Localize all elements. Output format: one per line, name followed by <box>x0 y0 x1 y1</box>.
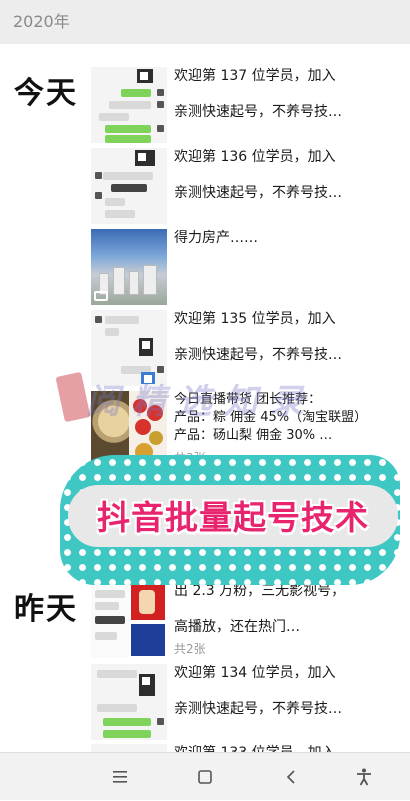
post-thumbnail[interactable] <box>91 664 167 740</box>
banner-text: 抖音批量起号技术 <box>97 498 369 537</box>
post-text-line2: 亲测快速起号，不养号技… <box>174 104 342 120</box>
post-item[interactable]: 欢迎第 134 位学员，加入 亲测快速起号，不养号技… <box>91 664 401 740</box>
post-thumbnail[interactable] <box>91 744 167 752</box>
post-item[interactable]: 欢迎第 137 位学员，加入 亲测快速起号，不养号技… <box>91 67 401 143</box>
post-item[interactable]: 欢迎第 136 位学员，加入 亲测快速起号，不养号技… <box>91 148 401 224</box>
year-header: 2020年 <box>0 0 410 44</box>
accessibility-icon[interactable] <box>344 753 384 801</box>
post-item[interactable]: 出 2.3 万粉，三无影视号， 高播放，还在热门… 共2张 <box>91 582 401 658</box>
post-text-line1: 得力房产…… <box>174 230 258 246</box>
post-text-line2: 产品：粽 佣金 45%（淘宝联盟） <box>174 410 368 425</box>
back-icon[interactable] <box>271 753 311 801</box>
promo-banner: 抖音批量起号技术 <box>60 455 400 585</box>
post-text-line1: 欢迎第 134 位学员，加入 <box>174 665 336 681</box>
post-text-line1: 今日直播带货 团长推荐： <box>174 392 322 407</box>
watermark-logo <box>55 371 91 423</box>
post-text-line2: 高播放，还在热门… <box>174 619 300 635</box>
post-item[interactable]: 得力房产…… <box>91 229 401 305</box>
post-text-line1: 欢迎第 135 位学员，加入 <box>174 311 336 327</box>
post-item[interactable]: 欢迎第 133 位学员，加入 <box>91 744 401 752</box>
image-count: 共2张 <box>174 642 206 656</box>
post-text-line2: 亲测快速起号，不养号技… <box>174 701 342 717</box>
home-square-icon[interactable] <box>185 753 225 801</box>
day-label-today: 今天 <box>14 76 78 111</box>
post-text-line2: 亲测快速起号，不养号技… <box>174 185 342 201</box>
post-thumbnail[interactable] <box>91 148 167 224</box>
post-thumbnail[interactable] <box>91 310 167 386</box>
post-text-line2: 亲测快速起号，不养号技… <box>174 347 342 363</box>
video-icon <box>94 291 108 301</box>
post-text-line1: 欢迎第 136 位学员，加入 <box>174 149 336 165</box>
system-navigation-bar <box>0 752 410 800</box>
post-text-line3: 产品：砀山梨 佣金 30% … <box>174 428 333 443</box>
post-thumbnail[interactable] <box>91 67 167 143</box>
moments-feed[interactable]: 今天 欢迎第 137 位学员，加入 亲测快速起号，不养号技… 欢迎第 136 位… <box>0 44 410 752</box>
day-label-yesterday: 昨天 <box>14 592 78 627</box>
post-text-line1: 欢迎第 133 位学员，加入 <box>174 744 399 752</box>
post-item[interactable]: 欢迎第 135 位学员，加入 亲测快速起号，不养号技… <box>91 310 401 386</box>
post-text-line1: 欢迎第 137 位学员，加入 <box>174 68 336 84</box>
menu-icon[interactable] <box>100 753 140 801</box>
post-thumbnail[interactable] <box>91 229 167 305</box>
post-thumbnail[interactable] <box>91 582 167 658</box>
